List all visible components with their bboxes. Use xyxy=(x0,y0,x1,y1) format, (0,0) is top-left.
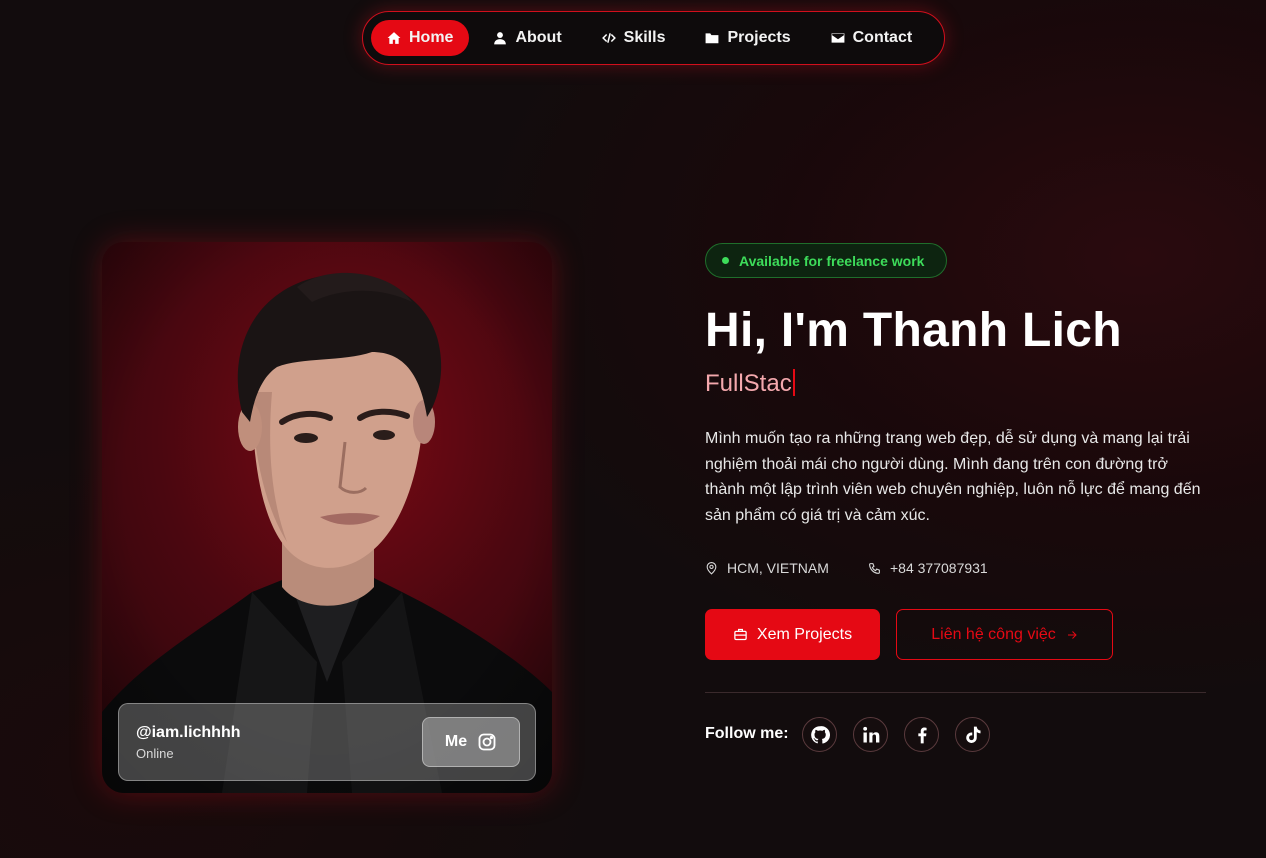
availability-text: Available for freelance work xyxy=(739,252,925,269)
facebook-icon xyxy=(917,727,927,743)
instagram-icon xyxy=(478,733,496,751)
me-button-label: Me xyxy=(444,733,468,750)
location-info: HCM, VIETNAM xyxy=(705,560,829,576)
main-nav: Home About Skills Projects Contact xyxy=(362,11,945,65)
typing-cursor xyxy=(792,369,795,396)
instagram-me-button[interactable]: Me xyxy=(422,717,520,767)
profile-card: @iam.lichhhh Online Me xyxy=(102,242,552,793)
contact-work-label: Liên hệ công việc xyxy=(931,625,1056,643)
arrow-right-icon xyxy=(1067,630,1077,639)
nav-item-label: Skills xyxy=(623,29,666,46)
instagram-handle: @iam.lichhhh xyxy=(136,724,241,741)
hero-title: Hi, I'm Thanh Lich xyxy=(705,304,1122,357)
instagram-bar: @iam.lichhhh Online Me xyxy=(118,703,536,781)
github-icon xyxy=(810,725,830,744)
nav-item-label: Contact xyxy=(852,29,913,46)
view-projects-button[interactable]: Xem Projects xyxy=(705,609,880,660)
hero-bio: Mình muốn tạo ra những trang web đẹp, dễ… xyxy=(705,430,1201,524)
nav-item-label: Projects xyxy=(727,29,791,46)
tiktok-icon xyxy=(965,726,980,743)
map-pin-icon xyxy=(706,561,717,575)
phone-icon xyxy=(869,562,880,574)
linkedin-link[interactable] xyxy=(853,717,888,752)
home-icon xyxy=(387,32,401,44)
contact-work-button[interactable]: Liên hệ công việc xyxy=(896,609,1113,660)
typed-role: FullStac xyxy=(705,369,795,398)
nav-item-label: Home xyxy=(409,29,454,46)
nav-item-projects[interactable]: Projects xyxy=(689,20,806,56)
code-icon xyxy=(601,33,616,43)
phone-text: +84 377087931 xyxy=(890,560,988,576)
phone-info: +84 377087931 xyxy=(868,560,988,576)
briefcase-icon xyxy=(734,628,747,641)
follow-label: Follow me: xyxy=(705,725,789,742)
nav-item-label: About xyxy=(515,29,562,46)
folder-icon xyxy=(706,33,719,44)
online-status: Online xyxy=(136,746,174,761)
status-dot xyxy=(722,257,729,264)
linkedin-icon xyxy=(862,726,879,742)
typed-role-text: FullStac xyxy=(705,370,792,397)
envelope-icon xyxy=(831,33,845,43)
availability-badge: Available for freelance work xyxy=(705,243,947,278)
nav-item-contact[interactable]: Contact xyxy=(815,20,929,56)
location-text: HCM, VIETNAM xyxy=(727,560,829,576)
nav-item-about[interactable]: About xyxy=(477,20,577,56)
user-icon xyxy=(494,32,507,45)
facebook-link[interactable] xyxy=(904,717,939,752)
tiktok-link[interactable] xyxy=(955,717,990,752)
github-link[interactable] xyxy=(802,717,837,752)
nav-item-home[interactable]: Home xyxy=(371,20,470,56)
view-projects-label: Xem Projects xyxy=(756,625,853,643)
nav-item-skills[interactable]: Skills xyxy=(586,20,682,56)
divider xyxy=(705,692,1206,693)
